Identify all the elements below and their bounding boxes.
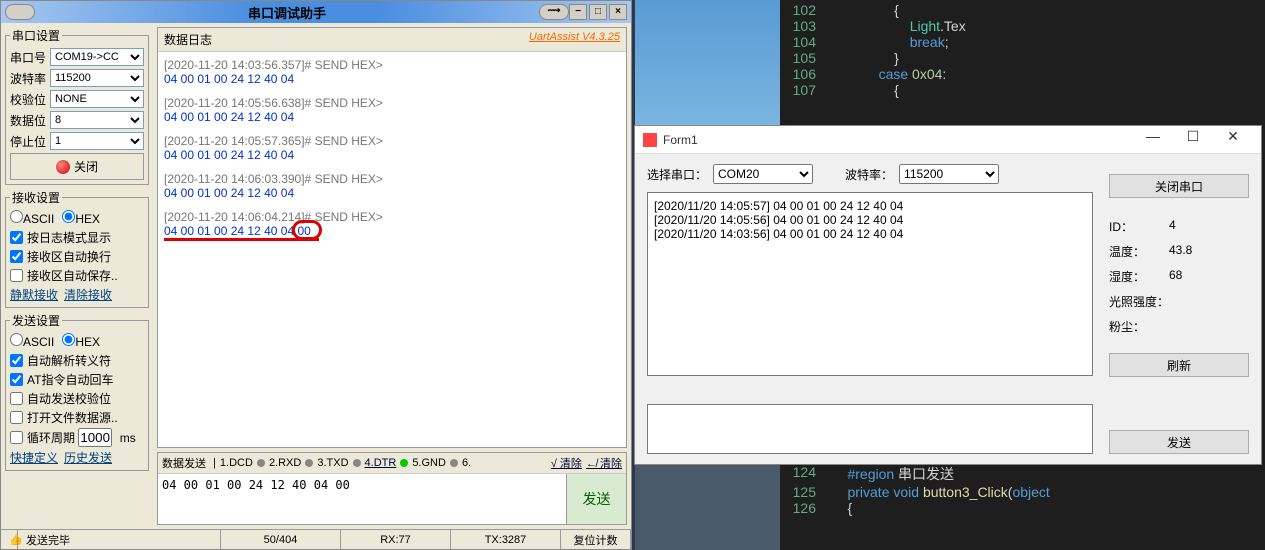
baud-select[interactable]: 115200 (50, 69, 144, 87)
signal-dot-icon (353, 459, 361, 467)
data-send-panel: 数据发送 | 1.DCD 2.RXD 3.TXD 4.DTR 5.GND 6. … (157, 452, 627, 525)
send-hex-radio[interactable]: HEX (62, 333, 100, 349)
form1-close-button[interactable]: ✕ (1213, 128, 1253, 152)
port-settings-group: 串口设置 串口号COM19->CC 波特率115200 校验位NONE 数据位8… (5, 27, 149, 185)
status-counter: 50/404 (221, 530, 341, 549)
send-settings-group: 发送设置 ASCII HEX 自动解析转义符 AT指令自动回车 自动发送校验位 … (5, 312, 149, 471)
port-select[interactable]: COM19->CC (50, 48, 144, 66)
open-file-source-check[interactable]: 打开文件数据源.. (10, 409, 144, 426)
parity-select[interactable]: NONE (50, 90, 144, 108)
form1-refresh-button[interactable]: 刷新 (1109, 353, 1249, 377)
form1-baud-select[interactable]: 115200 (899, 164, 999, 184)
databits-select[interactable]: 8 (50, 111, 144, 129)
signal-dot-icon (450, 459, 458, 467)
uart-assist-window: 串口调试助手 ⟿ − □ × 串口设置 串口号COM19->CC 波特率1152… (0, 0, 632, 550)
close-port-button[interactable]: 关闭 (10, 153, 144, 180)
status-ready-icon: 👍 (1, 530, 18, 549)
auto-checksum-check[interactable]: 自动发送校验位 (10, 390, 144, 407)
brand-link[interactable]: UartAssist V4.3.25 (529, 31, 620, 48)
form1-title-text: Form1 (663, 133, 1133, 147)
recv-settings-group: 接收设置 ASCII HEX 按日志模式显示 接收区自动换行 接收区自动保存..… (5, 189, 149, 308)
form1-window: Form1 — ☐ ✕ 选择串口： COM20 波特率： 115200 [202… (634, 125, 1262, 465)
desktop-bg-top (635, 0, 780, 125)
form1-hum-value: 68 (1169, 268, 1182, 285)
uart-titlebar[interactable]: 串口调试助手 ⟿ − □ × (1, 1, 631, 23)
form1-maximize-button[interactable]: ☐ (1173, 128, 1213, 152)
uart-app-icon (5, 4, 35, 20)
form1-close-port-button[interactable]: 关闭串口 (1109, 174, 1249, 198)
maximize-button[interactable]: □ (589, 4, 607, 20)
send-ascii-radio[interactable]: ASCII (10, 333, 54, 349)
status-message: 发送完毕 (18, 530, 221, 549)
data-log-panel: 数据日志 UartAssist V4.3.25 [2020-11-20 14:0… (157, 27, 627, 448)
form1-log-area[interactable]: [2020/11/20 14:05:57] 04 00 01 00 24 12 … (647, 192, 1093, 376)
signal-dot-icon (400, 459, 408, 467)
signal-dot-icon (257, 459, 265, 467)
at-auto-cr-check[interactable]: AT指令自动回车 (10, 371, 144, 388)
minimize-button[interactable]: − (569, 4, 587, 20)
quick-define-link[interactable]: 快捷定义 (10, 449, 58, 466)
history-send-link[interactable]: 历史发送 (64, 449, 112, 466)
clear-link[interactable]: ↚ 清除 (586, 455, 622, 471)
recv-log-mode-check[interactable]: 按日志模式显示 (10, 229, 144, 246)
form1-baud-label: 波特率： (845, 166, 893, 183)
send-input[interactable]: 04 00 01 00 24 12 40 04 00 (158, 474, 566, 524)
silent-recv-link[interactable]: 静默接收 (10, 286, 58, 303)
close-button[interactable]: × (609, 4, 627, 20)
clear-recv-link[interactable]: 清除接收 (64, 286, 112, 303)
desktop-bg-bottom (635, 465, 780, 550)
send-button[interactable]: 发送 (566, 474, 626, 524)
form1-titlebar[interactable]: Form1 — ☐ ✕ (635, 126, 1261, 154)
data-log-label: 数据日志 (164, 31, 212, 48)
form1-send-button[interactable]: 发送 (1109, 430, 1249, 454)
reset-counter-button[interactable]: 复位计数 (561, 530, 631, 549)
form1-minimize-button[interactable]: — (1133, 128, 1173, 152)
cycle-period-input[interactable] (78, 428, 112, 447)
data-log-content[interactable]: [2020-11-20 14:03:56.357]# SEND HEX>04 0… (158, 52, 626, 447)
recv-ascii-radio[interactable]: ASCII (10, 210, 54, 226)
form1-port-select[interactable]: COM20 (713, 164, 813, 184)
stopbits-select[interactable]: 1 (50, 132, 144, 150)
status-rx: RX:77 (341, 530, 451, 549)
form1-app-icon (643, 133, 657, 147)
clear-check-link[interactable]: √ 清除 (551, 455, 582, 471)
status-bar: 👍 发送完毕 50/404 RX:77 TX:3287 复位计数 (1, 529, 631, 549)
form1-port-label: 选择串口： (647, 166, 707, 183)
form1-id-value: 4 (1169, 218, 1176, 235)
uart-pin-icon[interactable]: ⟿ (539, 4, 569, 20)
form1-temp-value: 43.8 (1169, 243, 1192, 260)
status-led-icon (56, 160, 70, 174)
recv-auto-wrap-check[interactable]: 接收区自动换行 (10, 248, 144, 265)
auto-escape-check[interactable]: 自动解析转义符 (10, 352, 144, 369)
recv-hex-radio[interactable]: HEX (62, 210, 100, 226)
status-tx: TX:3287 (451, 530, 561, 549)
data-send-label: 数据发送 (162, 455, 206, 471)
signal-dot-icon (305, 459, 313, 467)
recv-auto-save-check[interactable]: 接收区自动保存.. (10, 267, 144, 284)
uart-title-text: 串口调试助手 (35, 3, 539, 22)
form1-send-input[interactable] (647, 404, 1093, 454)
cycle-send-check[interactable]: 循环周期 ms (10, 428, 144, 447)
